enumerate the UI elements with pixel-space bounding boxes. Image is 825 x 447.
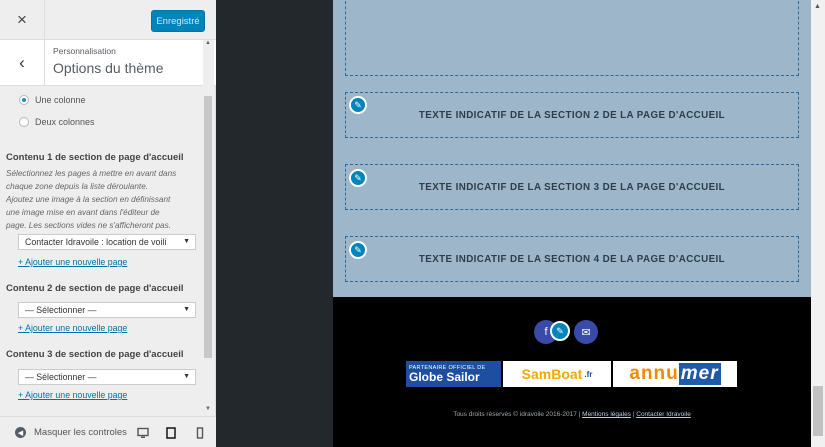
back-icon[interactable]: ‹ [0,40,45,86]
content3-select[interactable]: — Sélectionner — ▼ [18,369,196,385]
sidebar-header: × Enregistré [0,0,216,40]
edit-pencil-icon[interactable]: ✎ [349,241,367,259]
radio-checked-icon [19,95,29,105]
panel-title-bar: ‹ Personnalisation Options du thème [0,40,216,86]
contact-link[interactable]: Contacter Idravoile [636,411,691,418]
breadcrumb: Personnalisation [53,46,116,56]
tablet-icon[interactable] [164,426,178,440]
radio-one-column[interactable]: Une colonne [19,95,86,105]
desc-line: une image mise en avant dans l'éditeur d… [6,208,160,217]
collapse-icon: ◀ [15,427,26,438]
radio-unchecked-icon [19,117,29,127]
copyright-line: Tous droits réservés © idravoile 2016-20… [453,411,691,418]
customizer-sidebar: × Enregistré ‹ Personnalisation Options … [0,0,216,447]
content1-select[interactable]: Contacter Idravoile : location de voili … [18,234,196,250]
site-preview: TEXTE INDICATIF DE LA SECTION 2 DE LA PA… [333,0,811,447]
content3-add-page-link[interactable]: + Ajouter une nouvelle page [18,390,127,400]
chevron-down-icon: ▼ [183,238,190,245]
mobile-icon[interactable] [193,426,207,440]
content1-add-page-link[interactable]: + Ajouter une nouvelle page [18,257,127,267]
desktop-icon[interactable] [136,426,150,440]
select-value: — Sélectionner — [25,305,97,315]
section-text: TEXTE INDICATIF DE LA SECTION 3 DE LA PA… [418,181,726,193]
section-text: TEXTE INDICATIF DE LA SECTION 4 DE LA PA… [418,253,726,265]
globe-sailor-logo[interactable]: PARTENAIRE OFFICIEL DE Globe Sailor [406,361,501,387]
content2-title: Contenu 2 de section de page d'accueil [6,283,184,294]
radio-two-columns[interactable]: Deux colonnes [19,117,95,127]
radio-label: Deux colonnes [35,117,95,127]
desc-line: Sélectionnez les pages à mettre en avant… [6,169,177,178]
samboat-logo[interactable]: SamBoat .fr [503,361,611,387]
hide-controls-label: Masquer les controles [34,427,127,438]
copyright-text: Tous droits réservés © idravoile 2016-20… [453,411,581,418]
chevron-down-icon: ▼ [183,373,190,380]
radio-label: Une colonne [35,95,86,105]
email-icon[interactable]: ✉ [574,320,598,344]
section-placeholder-1 [345,0,799,76]
close-icon[interactable]: × [0,0,45,40]
section-placeholder-2: TEXTE INDICATIF DE LA SECTION 2 DE LA PA… [345,92,799,138]
publish-button[interactable]: Enregistré [151,10,205,32]
content1-title: Contenu 1 de section de page d'accueil [6,152,184,163]
desc-line: page. Les sections vides ne s'afficheron… [6,221,171,230]
annumer-logo[interactable]: annu mer [613,361,737,387]
scroll-down-icon[interactable]: ▼ [205,406,211,412]
preview-background [216,0,333,447]
content3-title: Contenu 3 de section de page d'accueil [6,349,184,360]
edit-pencil-icon[interactable]: ✎ [349,96,367,114]
preview-scrollbar-track[interactable] [811,0,825,447]
select-value: — Sélectionner — [25,372,97,382]
legal-link[interactable]: Mentions légales [582,411,631,418]
content1-description: Sélectionnez les pages à mettre en avant… [6,167,198,232]
sidebar-scrollbar-thumb[interactable] [204,96,212,358]
scroll-up-icon[interactable]: ▲ [814,3,821,10]
logo-name: SamBoat [521,366,583,382]
edit-pencil-icon[interactable]: ✎ [349,169,367,187]
chevron-down-icon: ▼ [183,306,190,313]
logo-name: Globe Sailor [409,369,480,384]
sidebar-footer: ◀ Masquer les controles [0,416,216,447]
content2-select[interactable]: — Sélectionner — ▼ [18,302,196,318]
section-text: TEXTE INDICATIF DE LA SECTION 2 DE LA PA… [418,109,726,121]
section-placeholder-3: TEXTE INDICATIF DE LA SECTION 3 DE LA PA… [345,164,799,210]
edit-pencil-icon[interactable]: ✎ [550,321,570,341]
scroll-up-icon[interactable]: ▲ [205,40,211,46]
desc-line: Ajoutez une image à la section en défini… [6,195,171,204]
select-value: Contacter Idravoile : location de voili [25,237,167,247]
hide-controls-button[interactable]: ◀ Masquer les controles [15,427,127,438]
preview-scrollbar-thumb[interactable] [813,386,823,436]
logo-name: mer [678,363,721,385]
logo-name: annu [629,363,679,384]
desc-line: chaque zone depuis la liste déroulante. [6,182,149,191]
logo-tld: .fr [584,369,593,379]
controls-panel: Une colonne Deux colonnes Contenu 1 de s… [0,86,216,416]
content2-add-page-link[interactable]: + Ajouter une nouvelle page [18,323,127,333]
section-placeholder-4: TEXTE INDICATIF DE LA SECTION 4 DE LA PA… [345,236,799,282]
panel-title: Options du thème [53,60,164,76]
